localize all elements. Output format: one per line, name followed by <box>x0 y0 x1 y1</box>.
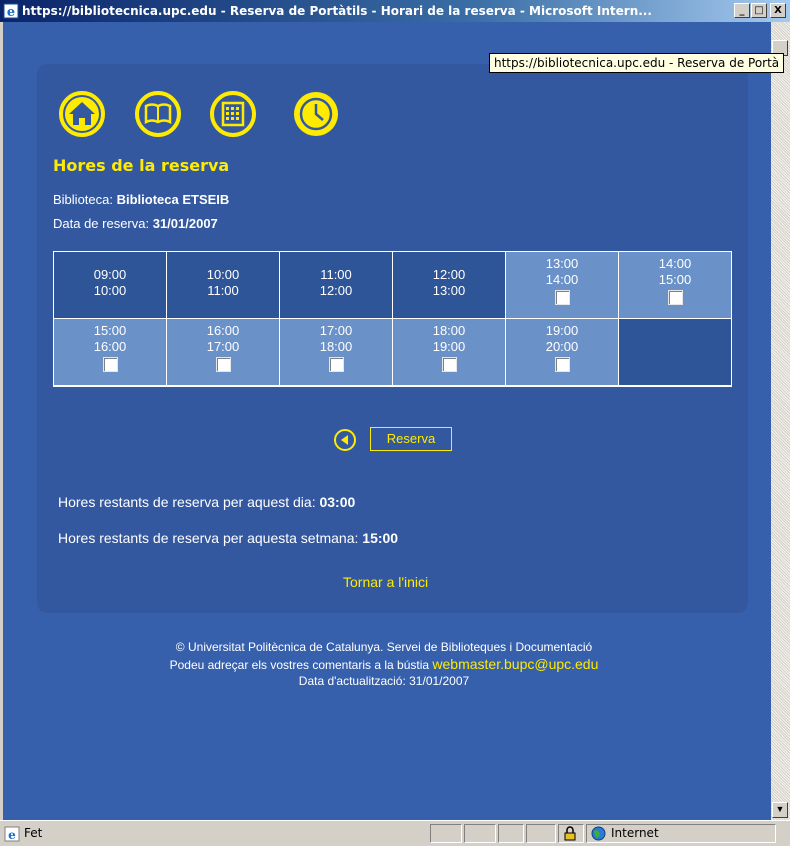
status-segment <box>430 824 462 843</box>
lock-icon <box>564 826 576 841</box>
date-info: Data de reserva: 31/01/2007 <box>53 216 218 231</box>
footer-email-link[interactable]: webmaster.bupc@upc.edu <box>432 656 598 672</box>
slot-end-time: 17:00 <box>206 339 240 354</box>
slot-start-time: 12:00 <box>432 267 466 282</box>
slot-checkbox[interactable] <box>215 357 231 372</box>
time-slot: 12:00 13:00 <box>393 252 505 318</box>
slot-checkbox[interactable] <box>441 357 457 372</box>
status-segment <box>526 824 556 843</box>
back-arrow-icon[interactable] <box>333 428 357 452</box>
library-info: Biblioteca: Biblioteca ETSEIB <box>53 192 229 207</box>
slot-end-time: 11:00 <box>207 283 239 298</box>
time-slot: 11:00 12:00 <box>280 252 392 318</box>
time-slot[interactable]: 13:00 14:00 <box>506 252 618 318</box>
time-slot: 10:00 11:00 <box>167 252 279 318</box>
slot-end-time: 19:00 <box>432 339 466 354</box>
time-slot[interactable]: 16:00 17:00 <box>167 319 279 385</box>
slot-end-time: 13:00 <box>432 283 466 298</box>
globe-icon <box>591 826 606 841</box>
slot-start-time: 15:00 <box>93 323 127 338</box>
reserve-button[interactable]: Reserva <box>370 427 452 451</box>
empty-slot <box>619 319 731 385</box>
status-segment <box>498 824 524 843</box>
calendar-icon[interactable] <box>209 90 257 138</box>
footer-comments: Podeu adreçar els vostres comentaris a l… <box>0 656 768 672</box>
window-titlebar[interactable]: e https://bibliotecnica.upc.edu - Reserv… <box>0 0 790 22</box>
slot-start-time: 19:00 <box>545 323 579 338</box>
slot-start-time: 13:00 <box>545 256 579 271</box>
time-slot-grid: 09:00 10:00 10:00 11:00 11:00 12:00 12:00 13:00… <box>53 251 732 387</box>
ie-icon: e <box>3 3 19 19</box>
slot-end-time: 10:00 <box>93 283 127 298</box>
slot-start-time: 11:00 <box>320 267 352 282</box>
library-label: Biblioteca: <box>53 192 117 207</box>
slot-start-time: 09:00 <box>93 267 127 282</box>
time-slot[interactable]: 19:00 20:00 <box>506 319 618 385</box>
vertical-scrollbar[interactable]: ▼ <box>771 22 790 820</box>
slot-start-time: 10:00 <box>206 267 240 282</box>
maximize-button[interactable]: □ <box>751 3 767 18</box>
minimize-button[interactable]: _ <box>734 3 750 18</box>
remaining-day-label: Hores restants de reserva per aquest dia… <box>58 494 320 510</box>
ie-page-icon: e <box>4 826 20 842</box>
date-label: Data de reserva: <box>53 216 153 231</box>
remaining-week: Hores restants de reserva per aquesta se… <box>58 530 398 546</box>
scroll-down-button[interactable]: ▼ <box>772 802 788 818</box>
slot-start-time: 14:00 <box>658 256 692 271</box>
status-text: Fet <box>24 826 43 840</box>
status-lock-segment <box>558 824 584 843</box>
footer-updated: Data d'actualització: 31/01/2007 <box>298 674 470 688</box>
time-slot[interactable]: 17:00 18:00 <box>280 319 392 385</box>
time-slot[interactable]: 18:00 19:00 <box>393 319 505 385</box>
status-zone-segment: Internet <box>586 824 776 843</box>
page-title: Hores de la reserva <box>53 156 230 175</box>
home-icon[interactable] <box>58 90 106 138</box>
slot-end-time: 18:00 <box>319 339 353 354</box>
slot-checkbox[interactable] <box>554 290 570 305</box>
back-home-link[interactable]: Tornar a l'inici <box>343 574 428 590</box>
remaining-day-value: 03:00 <box>319 494 356 510</box>
footer-copyright: © Universitat Politècnica de Catalunya. … <box>175 640 593 654</box>
status-bar: e Fet Internet <box>0 820 790 846</box>
slot-checkbox[interactable] <box>102 357 118 372</box>
slot-end-time: 15:00 <box>658 272 692 287</box>
slot-start-time: 17:00 <box>319 323 353 338</box>
svg-text:e: e <box>7 5 15 19</box>
close-button[interactable]: X <box>770 3 786 18</box>
svg-text:e: e <box>8 828 16 842</box>
clock-icon[interactable] <box>292 90 340 138</box>
status-segment <box>464 824 496 843</box>
remaining-week-label: Hores restants de reserva per aquesta se… <box>58 530 363 546</box>
footer-comments-text: Podeu adreçar els vostres comentaris a l… <box>169 658 430 672</box>
slot-end-time: 14:00 <box>545 272 579 287</box>
slot-start-time: 18:00 <box>432 323 466 338</box>
slot-end-time: 20:00 <box>545 339 579 354</box>
window-title: https://bibliotecnica.upc.edu - Reserva … <box>22 4 652 18</box>
slot-start-time: 16:00 <box>206 323 240 338</box>
slot-checkbox[interactable] <box>328 357 344 372</box>
slot-end-time: 16:00 <box>93 339 127 354</box>
book-icon[interactable] <box>134 90 182 138</box>
time-slot: 09:00 10:00 <box>54 252 166 318</box>
library-value: Biblioteca ETSEIB <box>116 192 230 207</box>
remaining-week-value: 15:00 <box>362 530 399 546</box>
time-slot[interactable]: 14:00 15:00 <box>619 252 731 318</box>
title-tooltip: https://bibliotecnica.upc.edu - Reserva … <box>489 53 785 73</box>
time-slot[interactable]: 15:00 16:00 <box>54 319 166 385</box>
slot-end-time: 12:00 <box>319 283 353 298</box>
remaining-day: Hores restants de reserva per aquest dia… <box>58 494 355 510</box>
slot-checkbox[interactable] <box>667 290 683 305</box>
status-zone: Internet <box>611 826 659 840</box>
slot-checkbox[interactable] <box>554 357 570 372</box>
date-value: 31/01/2007 <box>152 216 218 231</box>
